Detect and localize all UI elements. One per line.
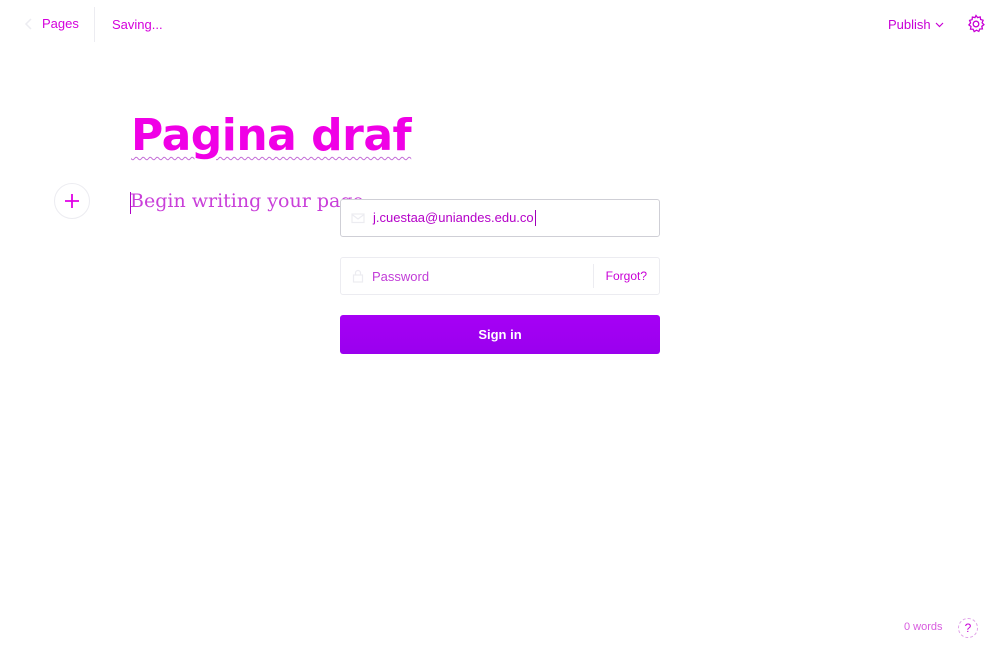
chevron-left-icon: [24, 17, 32, 30]
mail-icon: [351, 213, 365, 224]
publish-label: Publish: [888, 17, 931, 32]
publish-menu-button[interactable]: Publish: [888, 17, 944, 32]
chevron-down-icon: [935, 22, 944, 28]
forgot-password-link[interactable]: Forgot?: [592, 264, 659, 288]
back-label: Pages: [42, 16, 79, 31]
password-field[interactable]: Password Forgot?: [340, 257, 660, 295]
sign-in-button[interactable]: Sign in: [340, 315, 660, 354]
editor-header: Pages Saving... Publish: [0, 0, 1000, 50]
plus-icon: [65, 194, 79, 208]
lock-icon: [352, 269, 364, 283]
header-divider: [94, 7, 95, 42]
help-icon: ?: [964, 621, 972, 635]
back-to-pages-link[interactable]: Pages: [24, 16, 79, 31]
save-status: Saving...: [112, 17, 163, 32]
password-input[interactable]: Password: [372, 269, 593, 284]
word-count: 0 words: [904, 621, 943, 633]
text-caret: [534, 210, 536, 227]
email-field[interactable]: j.cuestaa@uniandes.edu.co: [340, 199, 660, 237]
help-button[interactable]: ?: [958, 618, 978, 638]
email-value: j.cuestaa@uniandes.edu.co: [373, 209, 534, 225]
gear-icon[interactable]: [966, 14, 986, 34]
add-card-button[interactable]: [54, 183, 90, 219]
page-title[interactable]: Pagina draf: [131, 110, 412, 161]
